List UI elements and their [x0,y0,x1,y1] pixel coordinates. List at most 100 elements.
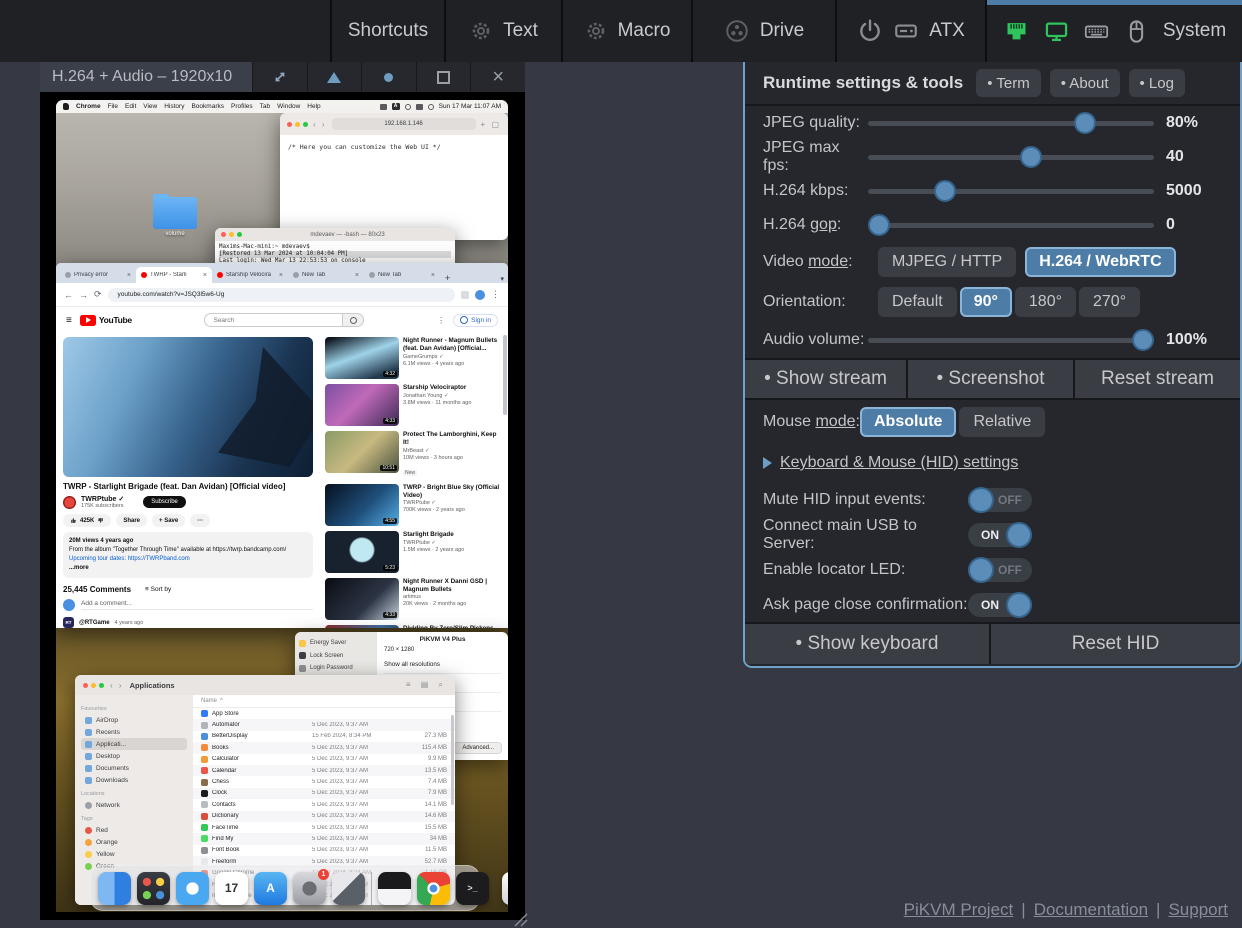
sidebar-video-item[interactable]: 10:51 Protect The Lamborghini, Keep It! … [325,431,501,479]
tab-close-icon[interactable]: × [355,272,359,279]
finder-sidebar-item[interactable]: AirDrop [81,714,187,726]
channel-name[interactable]: TWRPtube ✓ [81,495,124,503]
sidebar-video-item[interactable]: Dividing By Zero/Slim Pickens Does The R… [325,625,501,628]
chrome-tab[interactable]: Starship Velocira× [212,267,288,283]
dock-app-icon[interactable]: A [254,872,287,905]
finder-file-row[interactable]: Chess 5 Dec 2023, 9:37 AM 7.4 MB [193,776,455,787]
sidebar-video-item[interactable]: 4:55 TWRP - Bright Blue Sky (Official Vi… [325,484,501,526]
youtube-more-icon[interactable]: ⋮ [437,316,445,325]
window-resize-handle[interactable] [513,912,529,928]
video-mode-mjpeg[interactable]: MJPEG / HTTP [878,247,1016,277]
orientation-default[interactable]: Default [878,287,957,317]
settings-sidebar-item[interactable]: Energy Saver [299,637,373,650]
chrome-tab[interactable]: TWRP - Starli× [136,267,212,283]
stream-original-size-button[interactable] [416,62,471,92]
slider-knob[interactable] [1020,146,1042,168]
sidebar-video-item[interactable]: 4:33 Night Runner X Danni GSD | Magnum B… [325,578,501,620]
finder-file-row[interactable]: Clock 5 Dec 2023, 9:37 AM 7.9 MB [193,788,455,799]
back-icon[interactable]: ← [64,290,73,300]
remote-screen-video[interactable]: ChromeFileEditViewHistoryBookmarksProfil… [40,92,525,920]
sort-by-button[interactable]: ≡ Sort by [145,586,171,593]
scrollbar-thumb[interactable] [503,335,507,415]
sidebar-video-item[interactable]: 4:32 Night Runner - Magnum Bullets (feat… [325,337,501,379]
scrollbar-thumb[interactable] [451,715,454,805]
save-button[interactable]: + Save [152,514,185,527]
finder-file-row[interactable]: FaceTime 5 Dec 2023, 9:37 AM 15.5 MB [193,822,455,833]
youtube-signin-button[interactable]: Sign in [453,314,498,327]
orientation-90[interactable]: 90° [960,287,1012,317]
add-comment-field[interactable]: Add a comment... [81,600,313,610]
dock-app-icon[interactable] [502,872,508,905]
disclosure-triangle-icon[interactable] [763,457,772,469]
dock-app-icon[interactable] [332,872,365,905]
screenshot-button[interactable]: • Screenshot [908,360,1073,398]
profile-avatar[interactable] [475,290,485,300]
dock-app-icon[interactable] [98,872,131,905]
log-button[interactable]: • Log [1129,69,1185,97]
slider[interactable] [868,214,1154,236]
youtube-search-input[interactable] [204,313,342,327]
tab-close-icon[interactable]: × [431,272,435,279]
dock-app-icon[interactable] [378,872,411,905]
finder-file-row[interactable]: Automator 5 Dec 2023, 9:37 AM [193,719,455,730]
finder-file-row[interactable]: Calendar 5 Dec 2023, 9:37 AM 13.5 MB [193,765,455,776]
chrome-tab[interactable]: Privacy error× [60,267,136,283]
nav-system-menu[interactable]: System [985,0,1242,62]
advanced-button[interactable]: Advanced... [454,742,502,754]
dock-app-icon[interactable] [176,872,209,905]
forward-icon[interactable]: → [79,290,88,300]
slider[interactable] [868,146,1154,168]
finder-file-row[interactable]: BetterDisplay 15 Feb 2024, 8:34 PM 27.3 … [193,731,455,742]
tab-close-icon[interactable]: × [127,272,131,279]
new-tab-button[interactable]: + [440,273,455,283]
slider[interactable] [868,112,1154,134]
stream-fullscreen-button[interactable] [252,62,307,92]
dock-app-icon[interactable] [417,872,450,905]
slider-knob[interactable] [868,214,890,236]
toggle-connect-usb[interactable]: ON [968,523,1032,547]
search-lens-button[interactable] [342,313,364,327]
finder-sidebar-item[interactable]: Documents [81,762,187,774]
sidebar-video-item[interactable]: 5:23 Starlight Brigade TWRPtube ✓ 1.5M v… [325,531,501,573]
slider-knob[interactable] [934,180,956,202]
chrome-omnibox[interactable]: youtube.com/watch?v=JSQ3l5w6-Ug [108,288,455,302]
tab-close-icon[interactable]: × [279,272,283,279]
nav-drive-button[interactable]: Drive [691,0,835,62]
dock-app-icon[interactable]: 17 [215,872,248,905]
finder-file-row[interactable]: Contacts 5 Dec 2023, 9:37 AM 14.1 MB [193,799,455,810]
dock-app-icon[interactable]: 1 [293,872,326,905]
slider-knob[interactable] [1074,112,1096,134]
slider-knob[interactable] [1132,329,1154,351]
video-description[interactable]: 20M views 4 years ago From the album "To… [63,532,313,578]
term-button[interactable]: • Term [976,69,1040,97]
tab-close-icon[interactable]: × [203,272,207,279]
reload-icon[interactable]: ⟳ [94,289,102,300]
channel-avatar[interactable] [63,496,76,509]
video-mode-h264[interactable]: H.264 / WebRTC [1025,247,1175,277]
stream-raise-button[interactable] [307,62,362,92]
finder-sidebar-item[interactable]: Desktop [81,750,187,762]
subscribe-button[interactable]: Subscribe [143,496,186,508]
finder-tag-item[interactable]: Red [81,824,187,836]
finder-file-row[interactable]: App Store [193,708,455,719]
finder-sidebar-item[interactable]: Recents [81,726,187,738]
finder-tag-item[interactable]: Yellow [81,848,187,860]
finder-file-row[interactable]: Font Book 5 Dec 2023, 9:37 AM 11.5 MB [193,845,455,856]
chrome-tab[interactable]: New Tab× [288,267,364,283]
chrome-menu-icon[interactable]: ⋮ [491,289,500,300]
finder-sidebar-item[interactable]: Downloads [81,774,187,786]
youtube-logo[interactable]: YouTube [80,315,132,326]
orientation-180[interactable]: 180° [1015,287,1076,317]
finder-nav-arrows[interactable]: ‹ › [110,681,124,690]
mouse-mode-absolute[interactable]: Absolute [860,407,956,437]
extensions-icon[interactable] [461,291,469,299]
mouse-mode-relative[interactable]: Relative [959,407,1045,437]
dock-app-icon[interactable]: >_ [456,872,489,905]
finder-sidebar-item[interactable]: Applicati... [81,738,187,750]
orientation-270[interactable]: 270° [1079,287,1140,317]
share-button[interactable]: Share [116,514,147,527]
more-actions-button[interactable]: ··· [190,514,210,527]
nav-shortcuts-button[interactable]: Shortcuts [330,0,444,62]
settings-sidebar-item[interactable]: Lock Screen [299,650,373,663]
tab-search-chevron-icon[interactable]: ▾ [500,275,504,283]
